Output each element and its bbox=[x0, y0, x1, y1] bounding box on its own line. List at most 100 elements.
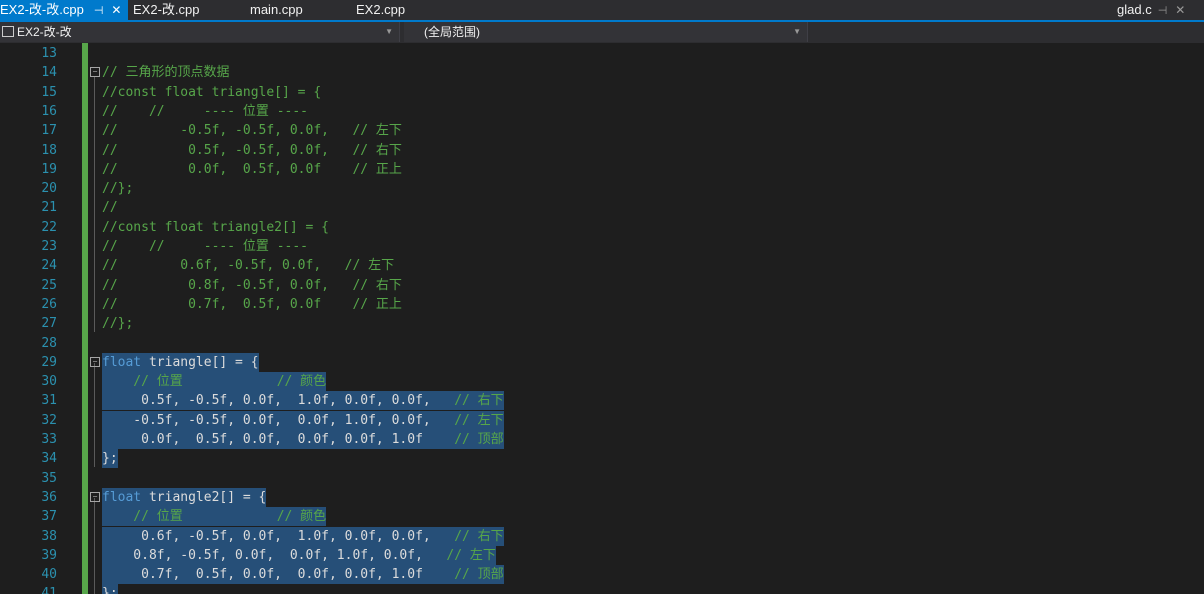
code-line[interactable]: 23 // // ---- 位置 ---- bbox=[0, 237, 1204, 256]
code-line[interactable]: 35 bbox=[0, 469, 1204, 488]
keyword: float bbox=[102, 354, 142, 370]
line-number: 38 bbox=[41, 528, 57, 544]
code-line[interactable]: 36 − float triangle2[] = { bbox=[0, 487, 1204, 507]
line-number: 13 bbox=[41, 46, 57, 61]
close-icon[interactable]: ✕ bbox=[111, 0, 121, 20]
project-name: EX2-改-改 bbox=[17, 25, 72, 39]
code-text: float triangle2[] = { bbox=[102, 487, 267, 507]
scope-name: (全局范围) bbox=[424, 25, 480, 39]
code-text: // bbox=[102, 198, 118, 217]
code-line[interactable]: 32 -0.5f, -0.5f, 0.0f, 0.0f, 1.0f, 0.0f,… bbox=[0, 410, 1204, 430]
code-line[interactable]: 14 −// 三角形的顶点数据 bbox=[0, 63, 1204, 82]
scope-dropdown[interactable]: (全局范围) ▼ bbox=[404, 22, 808, 42]
line-number: 19 bbox=[41, 161, 57, 177]
line-number: 29 bbox=[41, 354, 57, 370]
tab-ex2-gai-gai[interactable]: EX2-改-改.cpp ⊣ ✕ bbox=[0, 0, 128, 20]
project-dropdown[interactable]: EX2-改-改 ▼ bbox=[0, 22, 400, 42]
code-editor[interactable]: 13 14−// 三角形的顶点数据 15//const float triangle… bbox=[0, 43, 1204, 594]
comment: // 0.7f, 0.5f, 0.0f // 正上 bbox=[102, 296, 402, 312]
collapse-icon[interactable]: − bbox=[90, 491, 100, 502]
tab-main[interactable]: main.cpp bbox=[250, 0, 303, 20]
line-number: 36 bbox=[41, 489, 57, 505]
code-text: // 三角形的顶点数据 bbox=[102, 63, 229, 82]
line-number: 41 bbox=[41, 586, 57, 594]
line-number: 15 bbox=[41, 84, 57, 100]
code-segment: 0.8f, -0.5f, 0.0f, 0.0f, 1.0f, 0.0f, bbox=[102, 547, 447, 563]
line-number: 14 bbox=[41, 65, 57, 81]
code-text: 0.8f, -0.5f, 0.0f, 0.0f, 1.0f, 0.0f, // … bbox=[102, 545, 496, 565]
code-text: 0.7f, 0.5f, 0.0f, 0.0f, 0.0f, 1.0f // 顶部 bbox=[102, 565, 504, 585]
tab-label: main.cpp bbox=[250, 2, 303, 17]
code-text: // 0.6f, -0.5f, 0.0f, // 左下 bbox=[102, 256, 394, 275]
code-line[interactable]: 15 //const float triangle[] = { bbox=[0, 83, 1204, 102]
code-text: float triangle[] = { bbox=[102, 352, 259, 372]
comment: // 位置 // 颜色 bbox=[102, 509, 327, 525]
comment: // bbox=[102, 200, 118, 216]
code-line[interactable]: 21 // bbox=[0, 198, 1204, 217]
code-segment: }; bbox=[102, 586, 118, 594]
tab-label: EX2.cpp bbox=[356, 2, 406, 17]
line-number: 16 bbox=[41, 103, 57, 119]
comment: // 左下 bbox=[446, 547, 496, 563]
code-line[interactable]: 33 0.0f, 0.5f, 0.0f, 0.0f, 0.0f, 1.0f //… bbox=[0, 430, 1204, 449]
code-line[interactable]: 24 // 0.6f, -0.5f, 0.0f, // 左下 bbox=[0, 256, 1204, 275]
code-segment: 0.7f, 0.5f, 0.0f, 0.0f, 0.0f, 1.0f bbox=[102, 567, 455, 583]
collapse-icon[interactable]: − bbox=[90, 356, 100, 367]
code-line[interactable]: 13 bbox=[0, 44, 1204, 63]
tab-ex2[interactable]: EX2.cpp bbox=[356, 0, 405, 20]
line-number: 25 bbox=[41, 277, 57, 293]
line-number: 40 bbox=[41, 567, 57, 583]
code-line[interactable]: 18 // 0.5f, -0.5f, 0.0f, // 右下 bbox=[0, 141, 1204, 160]
comment: // // ---- 位置 ---- bbox=[102, 239, 309, 254]
code-text: // 0.8f, -0.5f, 0.0f, // 右下 bbox=[102, 276, 402, 295]
code-line[interactable]: 30 // 位置 // 颜色 bbox=[0, 372, 1204, 392]
code-line[interactable]: 38 0.6f, -0.5f, 0.0f, 1.0f, 0.0f, 0.0f, … bbox=[0, 526, 1204, 546]
comment: // 左下 bbox=[454, 412, 504, 428]
tab-label: EX2-改.cpp bbox=[133, 2, 200, 17]
code-line[interactable]: 29 − float triangle[] = { bbox=[0, 352, 1204, 372]
comment: // 顶部 bbox=[454, 567, 504, 583]
code-line[interactable]: 25 // 0.8f, -0.5f, 0.0f, // 右下 bbox=[0, 276, 1204, 295]
project-icon bbox=[2, 26, 14, 37]
pin-icon[interactable]: ⊣ bbox=[94, 1, 104, 21]
comment: // 0.8f, -0.5f, 0.0f, // 右下 bbox=[102, 277, 402, 293]
navigation-bar: EX2-改-改 ▼ (全局范围) ▼ bbox=[0, 22, 1204, 43]
line-number: 35 bbox=[41, 470, 57, 486]
code-line[interactable]: 20 //}; bbox=[0, 179, 1204, 198]
code-text: }; bbox=[102, 584, 118, 594]
code-line[interactable]: 39 0.8f, -0.5f, 0.0f, 0.0f, 1.0f, 0.0f, … bbox=[0, 545, 1204, 565]
code-segment: triangle2[] = { bbox=[141, 489, 267, 505]
code-line[interactable]: 16 // // ---- 位置 ---- bbox=[0, 102, 1204, 121]
code-line[interactable]: 34}; bbox=[0, 449, 1204, 469]
code-line[interactable]: 22 //const float triangle2[] = { bbox=[0, 218, 1204, 237]
code-line[interactable]: 41}; bbox=[0, 584, 1204, 594]
comment: // 0.6f, -0.5f, 0.0f, // 左下 bbox=[102, 258, 395, 274]
comment: // 三角形的顶点数据 bbox=[102, 65, 230, 81]
code-line[interactable]: 27 //}; bbox=[0, 314, 1204, 333]
code-line[interactable]: 26 // 0.7f, 0.5f, 0.0f // 正上 bbox=[0, 295, 1204, 314]
code-text: -0.5f, -0.5f, 0.0f, 0.0f, 1.0f, 0.0f, //… bbox=[102, 410, 504, 430]
chevron-down-icon: ▼ bbox=[793, 27, 801, 36]
code-segment: triangle[] = { bbox=[141, 354, 259, 370]
tab-glad[interactable]: glad.c ⊣ ✕ bbox=[1117, 0, 1185, 20]
pin-icon[interactable]: ⊣ bbox=[1158, 1, 1168, 21]
code-text: //const float triangle[] = { bbox=[102, 83, 321, 102]
line-number: 20 bbox=[41, 181, 57, 197]
code-line[interactable]: 17 // -0.5f, -0.5f, 0.0f, // 左下 bbox=[0, 121, 1204, 140]
code-line[interactable]: 37 // 位置 // 颜色 bbox=[0, 507, 1204, 527]
code-line[interactable]: 40 0.7f, 0.5f, 0.0f, 0.0f, 0.0f, 1.0f //… bbox=[0, 565, 1204, 585]
code-line[interactable]: 19 // 0.0f, 0.5f, 0.0f // 正上 bbox=[0, 160, 1204, 179]
code-text: // -0.5f, -0.5f, 0.0f, // 左下 bbox=[102, 121, 402, 140]
code-line[interactable]: 28 bbox=[0, 334, 1204, 353]
code-text: //}; bbox=[102, 314, 133, 333]
line-number: 37 bbox=[41, 509, 57, 525]
collapse-icon[interactable]: − bbox=[90, 67, 100, 78]
code-text: // // ---- 位置 ---- bbox=[102, 237, 308, 256]
code-line[interactable]: 31 0.5f, -0.5f, 0.0f, 1.0f, 0.0f, 0.0f, … bbox=[0, 391, 1204, 411]
tab-ex2-gai[interactable]: EX2-改.cpp bbox=[133, 0, 199, 20]
comment: // // ---- 位置 ---- bbox=[102, 103, 309, 119]
close-icon[interactable]: ✕ bbox=[1175, 0, 1185, 20]
line-number: 33 bbox=[41, 432, 57, 447]
code-text: // 位置 // 颜色 bbox=[102, 507, 327, 527]
comment: //}; bbox=[102, 316, 134, 332]
